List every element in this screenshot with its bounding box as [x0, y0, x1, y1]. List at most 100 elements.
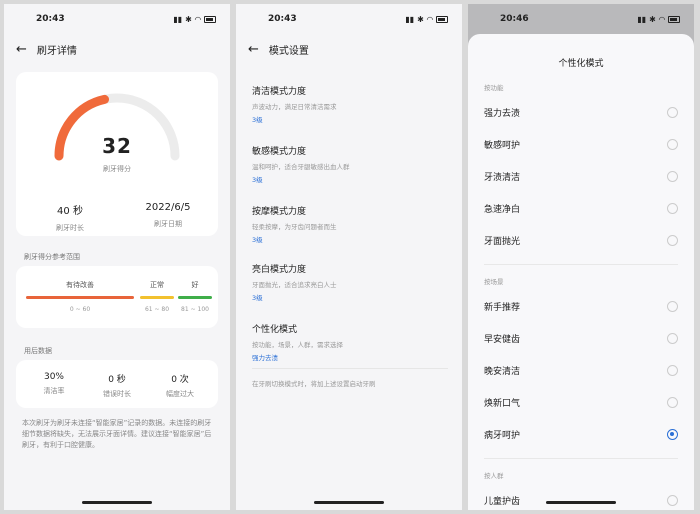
habit-label: 幅度过大 — [166, 390, 194, 398]
mode-level: 3级 — [252, 116, 263, 124]
radio-button[interactable] — [667, 364, 678, 376]
battery-icon — [668, 15, 680, 23]
habit-card: 30% 清洁率 0 秒 错误时长 0 次 幅度过大 — [16, 360, 218, 408]
score-card: 32 刷牙得分 40 秒 刷牙时长 2022/6/5 刷牙日期 — [16, 72, 218, 236]
radio-button[interactable] — [667, 234, 678, 246]
option-row[interactable]: 急速净白 — [484, 192, 678, 224]
status-bar: 20:43 ▮▮ ✱ ◠ — [4, 4, 230, 34]
screen-mode-settings: 20:43 ▮▮ ✱ ◠ ← 模式设置 清洁模式力度 声波动力，满足日常清洁需求… — [236, 4, 462, 510]
mode-level: 3级 — [252, 176, 263, 184]
radio-button[interactable] — [667, 138, 678, 150]
radio-button[interactable] — [667, 396, 678, 408]
radio-button[interactable] — [667, 170, 678, 182]
option-label: 牙面抛光 — [484, 236, 521, 247]
mode-desc: 轻柔按摩，为牙齿问题者而生 — [252, 223, 337, 231]
home-indicator[interactable] — [82, 501, 152, 504]
bluetooth-icon: ✱ — [649, 14, 656, 24]
mode-title: 清洁模式力度 — [252, 87, 307, 97]
mode-level: 强力去渍 — [252, 354, 278, 362]
range-bar-poor — [26, 296, 134, 299]
option-label: 急速净白 — [484, 204, 521, 215]
radio-button[interactable] — [667, 300, 678, 312]
score-value: 32 — [102, 134, 132, 158]
duration-label: 刷牙时长 — [56, 224, 84, 232]
mode-level: 3级 — [252, 236, 263, 244]
mode-title: 按摩模式力度 — [252, 207, 307, 217]
date-value: 2022/6/5 — [145, 202, 191, 213]
disclaimer-note: 本次刷牙为刷牙未连接“智能家居”记录的数据。未连接的刷牙细节数据将缺失，无法展示… — [22, 419, 212, 449]
habit-section-title: 用后数据 — [24, 347, 52, 355]
mode-title: 个性化模式 — [252, 325, 298, 335]
battery-icon — [436, 15, 448, 23]
radio-button[interactable] — [667, 428, 678, 440]
mode-desc: 牙面抛光，适合追求亮白人士 — [252, 281, 337, 289]
range-section-title: 刷牙得分参考范围 — [24, 253, 80, 261]
option-row[interactable]: 牙面抛光 — [484, 224, 678, 256]
range-num-normal: 61 ~ 80 — [144, 306, 170, 313]
range-num-poor: 0 ~ 60 — [69, 306, 91, 313]
mode-note: 在牙刷切换模式时，将加上述设置启动牙刷 — [252, 380, 376, 388]
option-row[interactable]: 牙渍清洁 — [484, 160, 678, 192]
mode-level: 3级 — [252, 294, 263, 302]
status-time: 20:43 — [268, 14, 297, 24]
sheet-title: 个性化模式 — [558, 59, 604, 69]
habit-label: 错误时长 — [103, 390, 131, 398]
signal-icon: ▮▮ — [405, 14, 415, 24]
option-row[interactable]: 新手推荐 — [484, 290, 678, 322]
option-label: 病牙呵护 — [484, 430, 521, 441]
group-label-scene: 按场景 — [484, 278, 504, 286]
option-row[interactable]: 晚安清洁 — [484, 354, 678, 386]
page-header: ← 模式设置 — [248, 42, 309, 57]
option-label: 焕新口气 — [484, 398, 521, 409]
option-label: 敏感呵护 — [484, 140, 521, 151]
duration-value: 40 秒 — [57, 206, 83, 217]
home-indicator[interactable] — [314, 501, 384, 504]
mode-item-sensitive[interactable]: 敏感模式力度 温和呵护，适合牙龈敏感出血人群 3级 — [252, 144, 448, 184]
option-label: 牙渍清洁 — [484, 172, 521, 183]
radio-button[interactable] — [667, 332, 678, 344]
status-icons: ▮▮ ✱ ◠ — [173, 15, 216, 24]
duration-stat: 40 秒 刷牙时长 — [30, 202, 110, 233]
wifi-icon: ◠ — [426, 14, 433, 24]
page-title: 刷牙详情 — [36, 46, 77, 57]
habit-label: 清洁率 — [43, 387, 65, 395]
mode-desc: 按功能，场景，人群，需求选择 — [252, 341, 343, 349]
score-range-card: 有待改善 正常 好 0 ~ 60 61 ~ 80 81 ~ 100 — [16, 266, 218, 328]
habit-value: 0 秒 — [108, 375, 126, 385]
back-arrow-icon[interactable]: ← — [248, 43, 259, 56]
option-row[interactable]: 儿童护齿 — [484, 484, 678, 510]
mode-item-whitening[interactable]: 亮白模式力度 牙面抛光，适合追求亮白人士 3级 — [252, 262, 448, 302]
option-label: 儿童护齿 — [484, 496, 521, 507]
range-num-good: 81 ~ 100 — [181, 306, 209, 313]
status-icons: ▮▮ ✱ ◠ — [637, 15, 680, 24]
habit-value: 0 次 — [171, 375, 189, 385]
mode-item-custom[interactable]: 个性化模式 按功能，场景，人群，需求选择 强力去渍 — [252, 322, 448, 362]
radio-button[interactable] — [667, 494, 678, 506]
option-label: 晚安清洁 — [484, 366, 521, 377]
radio-button[interactable] — [667, 202, 678, 214]
bluetooth-icon: ✱ — [417, 14, 424, 24]
screen-brushing-detail: 20:43 ▮▮ ✱ ◠ ← 刷牙详情 32 刷牙得分 40 秒 刷牙时长 20… — [4, 4, 230, 510]
option-row[interactable]: 早安健齿 — [484, 322, 678, 354]
group-divider — [484, 264, 678, 265]
mode-item-clean[interactable]: 清洁模式力度 声波动力，满足日常清洁需求 3级 — [252, 84, 448, 124]
option-row[interactable]: 病牙呵护 — [484, 418, 678, 450]
status-time: 20:43 — [36, 14, 65, 24]
option-row[interactable]: 敏感呵护 — [484, 128, 678, 160]
signal-icon: ▮▮ — [637, 14, 647, 24]
option-label: 强力去渍 — [484, 108, 521, 119]
habit-stat: 30% 清洁率 — [24, 372, 84, 396]
radio-button[interactable] — [667, 106, 678, 118]
option-row[interactable]: 强力去渍 — [484, 96, 678, 128]
mode-item-massage[interactable]: 按摩模式力度 轻柔按摩，为牙齿问题者而生 3级 — [252, 204, 448, 244]
bluetooth-icon: ✱ — [185, 14, 192, 24]
home-indicator[interactable] — [546, 501, 616, 504]
back-arrow-icon[interactable]: ← — [16, 43, 27, 56]
score-label: 刷牙得分 — [103, 165, 131, 173]
date-stat: 2022/6/5 刷牙日期 — [128, 202, 208, 229]
range-label-poor: 有待改善 — [66, 281, 94, 289]
range-label-good: 好 — [191, 281, 199, 289]
status-time: 20:46 — [500, 14, 529, 24]
date-label: 刷牙日期 — [154, 220, 182, 228]
option-row[interactable]: 焕新口气 — [484, 386, 678, 418]
